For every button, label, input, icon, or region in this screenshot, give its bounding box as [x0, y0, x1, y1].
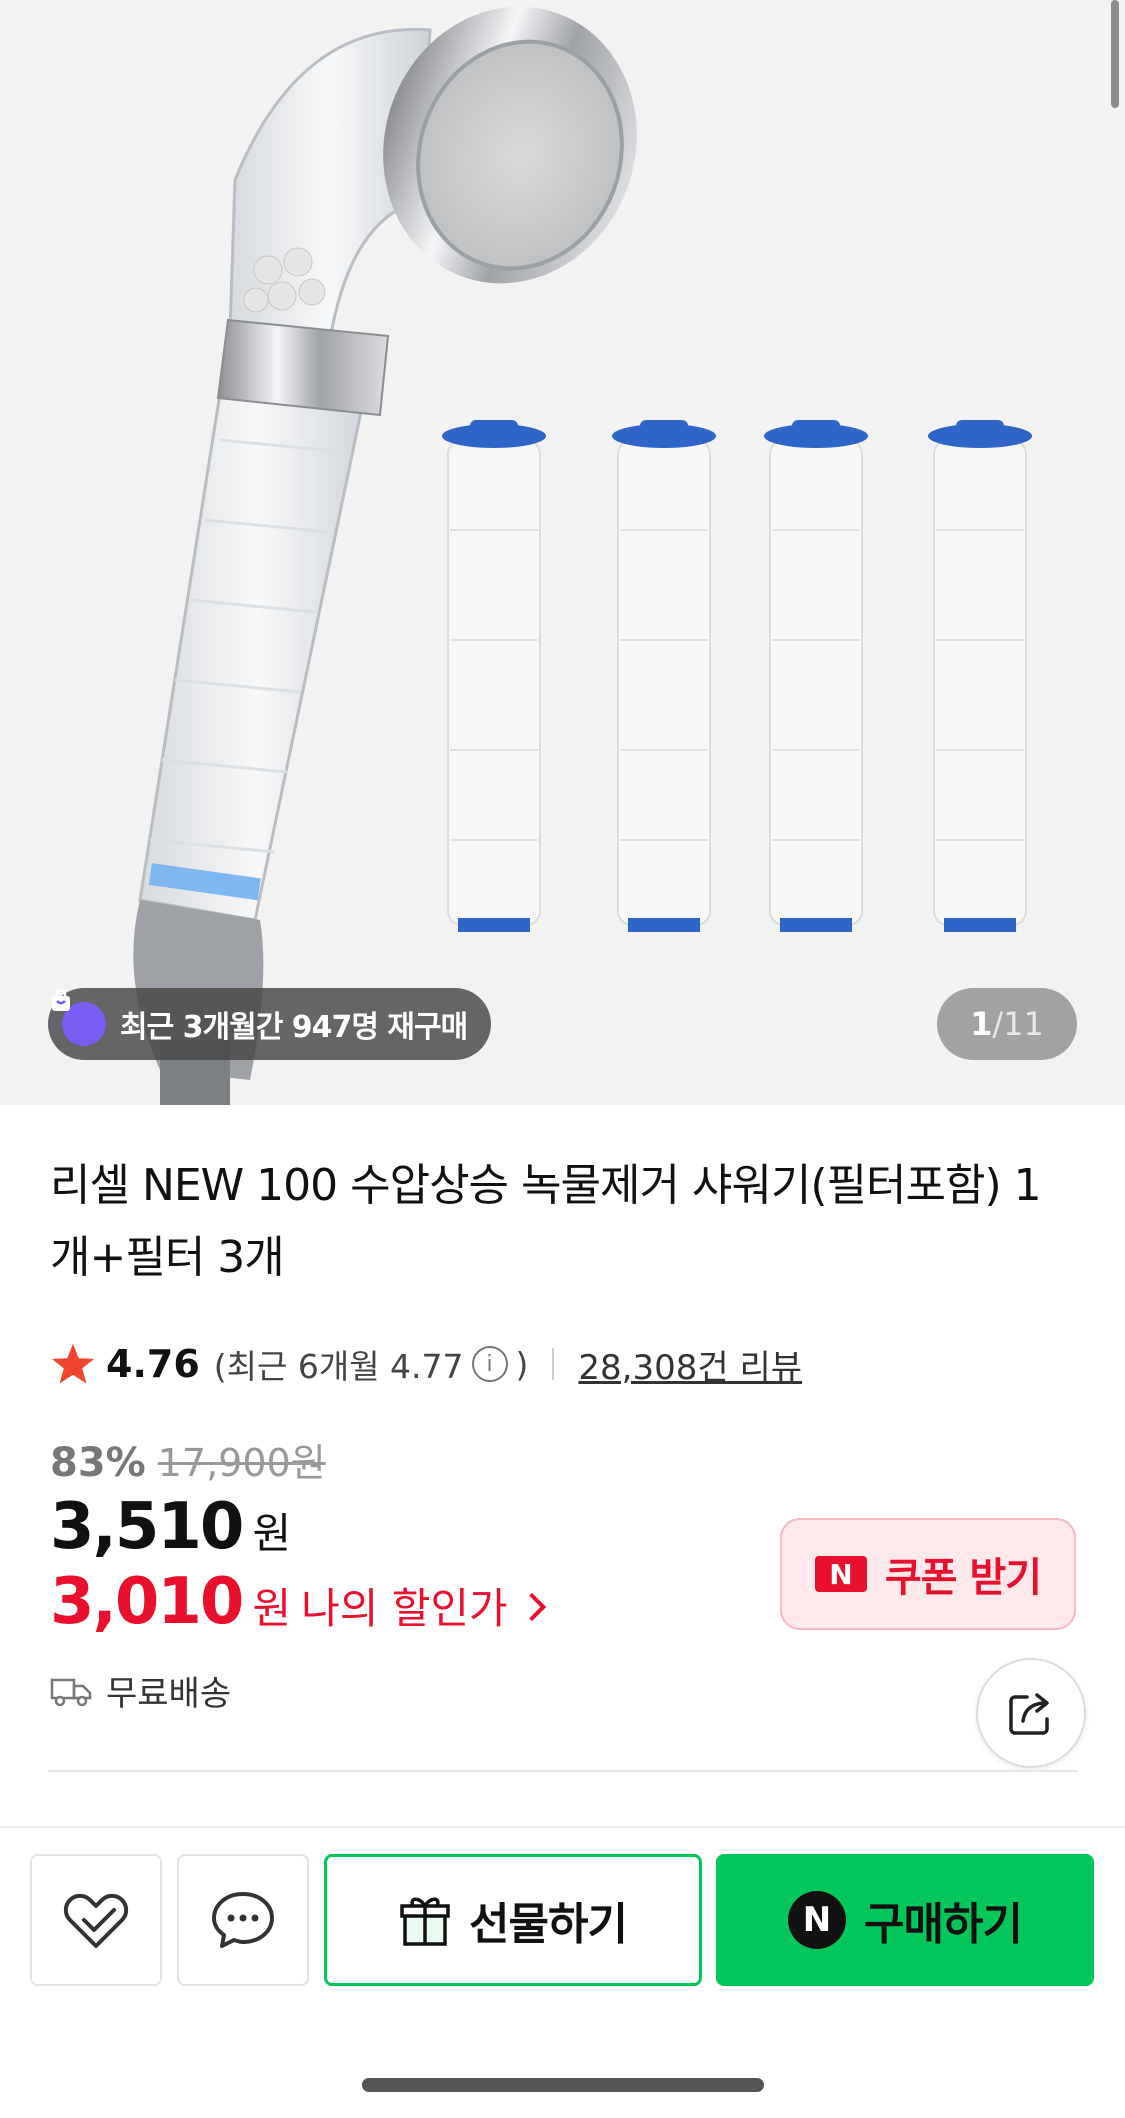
repurchase-text: 최근 3개월간 947명 재구매 [120, 1010, 468, 1045]
page-separator: / [992, 1005, 1004, 1043]
review-count-link[interactable]: 28,308건 리뷰 [578, 1340, 802, 1389]
shipping-info: 무료배송 [50, 1666, 231, 1715]
product-image [133, 6, 1032, 1105]
total-pages: 11 [1003, 1005, 1044, 1043]
my-price-unit: 원 [252, 1584, 292, 1633]
bottom-bar-divider [0, 1826, 1125, 1828]
share-button[interactable] [976, 1658, 1086, 1768]
current-page: 1 [970, 1005, 993, 1043]
scrollbar[interactable] [1111, 0, 1119, 108]
original-price: 17,900원 [157, 1441, 326, 1485]
filter-cartridges [442, 420, 1032, 932]
home-indicator[interactable] [362, 2078, 764, 2092]
gift-label: 선물하기 [469, 1899, 628, 1950]
section-divider [48, 1770, 1078, 1772]
recent-rating: (최근 6개월 4.77 i ) [214, 1340, 529, 1388]
discount-percent: 83% [50, 1440, 146, 1486]
naver-coupon-icon: N [814, 1556, 867, 1592]
naver-pay-icon: N [788, 1891, 847, 1949]
gift-button[interactable]: 선물하기 [324, 1854, 702, 1986]
product-image-gallery[interactable]: 최근 3개월간 947명 재구매 1 / 11 [0, 0, 1125, 1105]
share-icon [1009, 1693, 1049, 1735]
price-row: 3,510 원 [50, 1490, 291, 1564]
product-title: 리셀 NEW 100 수압상승 녹물제거 샤워기(필터포함) 1개+필터 3개 [50, 1160, 1042, 1283]
recent-rating-text: (최근 6개월 4.77 [213, 1347, 464, 1386]
shipping-text: 무료배송 [106, 1674, 232, 1714]
buy-button[interactable]: N 구매하기 [716, 1854, 1094, 1986]
gift-icon [400, 1897, 450, 1946]
chevron-right-icon [517, 1592, 546, 1622]
coupon-label: 쿠폰 받기 [884, 1555, 1042, 1601]
repurchase-badge: 최근 3개월간 947명 재구매 [48, 988, 492, 1060]
truck-icon [50, 1678, 92, 1706]
image-page-counter: 1 / 11 [937, 988, 1077, 1060]
rating-value: 4.76 [106, 1342, 200, 1386]
my-price: 3,010 [50, 1565, 244, 1639]
discount-row: 83% 17,900원 [50, 1432, 326, 1487]
coupon-button[interactable]: N 쿠폰 받기 [780, 1518, 1076, 1630]
my-price-row[interactable]: 3,010 원 나의 할인가 [50, 1565, 546, 1639]
recent-rating-close: ) [515, 1344, 529, 1384]
sale-price: 3,510 [50, 1490, 244, 1564]
buy-label: 구매하기 [864, 1899, 1023, 1950]
my-price-label: 나의 할인가 [301, 1584, 508, 1633]
shopping-bag-icon [52, 988, 106, 1046]
chat-bubble-icon [212, 1892, 274, 1948]
price-unit: 원 [252, 1509, 292, 1558]
info-icon[interactable]: i [471, 1346, 508, 1382]
star-icon [51, 1343, 95, 1384]
heart-check-icon [63, 1893, 129, 1948]
chat-button[interactable] [177, 1854, 309, 1986]
divider [552, 1348, 555, 1380]
favorite-button[interactable] [30, 1854, 162, 1986]
rating-row: 4.76 (최근 6개월 4.77 i ) 28,308건 리뷰 [50, 1336, 802, 1392]
